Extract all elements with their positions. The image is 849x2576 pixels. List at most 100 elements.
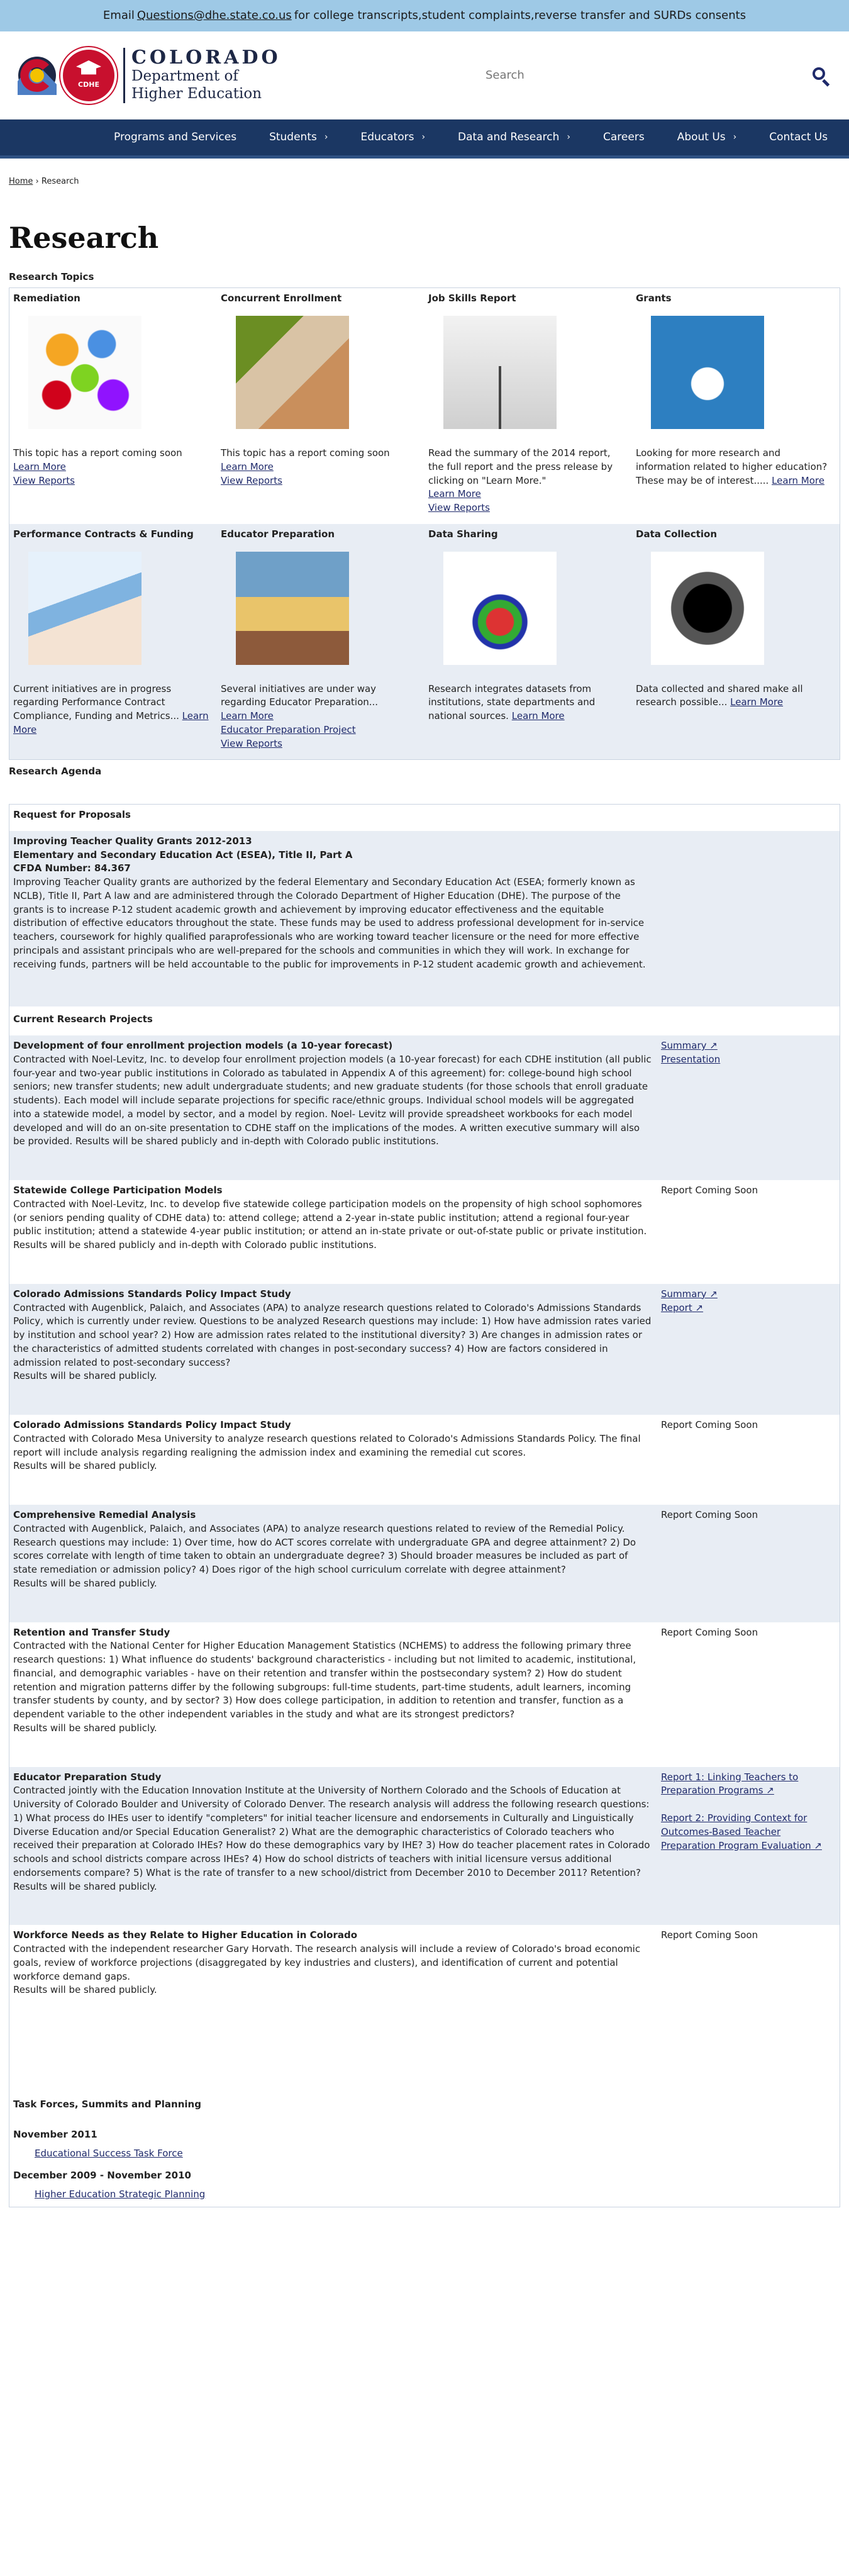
pencil-sketch-image	[443, 316, 557, 430]
topic-link-learn-more[interactable]: Learn More	[221, 710, 274, 722]
topic-link-learn-more[interactable]: Learn More	[428, 488, 481, 499]
project-description: Contracted with Colorado Mesa University…	[13, 1432, 641, 1472]
topic-link-view-reports[interactable]: View Reports	[428, 502, 490, 513]
project-status: Report Coming Soon	[661, 1185, 758, 1196]
brand-colorado: COLORADO	[131, 47, 281, 69]
topic-link-educator-preparation-project[interactable]: Educator Preparation Project	[221, 724, 356, 735]
project-title: Educator Preparation Study	[13, 1771, 162, 1783]
project-status: Report Coming Soon	[661, 1419, 758, 1431]
project-title: Workforce Needs as they Relate to Higher…	[13, 1929, 358, 1941]
topic-description: This topic has a report coming soon	[13, 447, 182, 459]
taskforce-date: December 2009 - November 2010	[13, 2170, 191, 2182]
nav-item-label: Programs and Services	[114, 131, 237, 144]
project-report-link[interactable]: Presentation	[661, 1053, 836, 1067]
announcement-email-link[interactable]: Questions@dhe.state.co.us	[137, 8, 292, 24]
breadcrumb-home-link[interactable]: Home	[9, 177, 33, 186]
grant-body: Improving Teacher Quality grants are aut…	[13, 876, 646, 970]
nav-item-data-and-research[interactable]: Data and Research ›	[441, 130, 587, 145]
gear-cluster-image	[651, 551, 764, 665]
nav-item-label: Careers	[603, 131, 645, 144]
project-title: Retention and Transfer Study	[13, 1626, 170, 1638]
project-report-link[interactable]: Summary ↗	[661, 1039, 836, 1053]
nav-item-label: Contact Us	[769, 131, 828, 144]
main-nav: Programs and Services Students › Educators ›…	[0, 120, 849, 159]
topic-title: Job Skills Report	[428, 293, 516, 304]
topic-link-learn-more[interactable]: Learn More	[512, 710, 565, 722]
project-description: Contracted with Augenblick, Palaich, and…	[13, 1522, 636, 1589]
brand-department: Department of	[131, 68, 238, 85]
topic-link-learn-more[interactable]: Learn More	[13, 461, 66, 472]
search-input[interactable]	[486, 69, 737, 82]
students-microscope-image	[236, 316, 349, 430]
project-status: Report Coming Soon	[661, 1626, 758, 1638]
nav-item-careers[interactable]: Careers	[587, 130, 661, 145]
research-topics-label: Research Topics	[9, 270, 94, 282]
chevron-right-icon: ›	[421, 132, 426, 143]
chevron-right-icon: ›	[733, 132, 737, 143]
project-status: Report Coming Soon	[661, 1929, 758, 1941]
topic-card: Grants Looking for more research and info…	[632, 288, 840, 524]
site-logo[interactable]: CDHE COLORADO Department of Higher Educa…	[18, 47, 281, 104]
project-report-link[interactable]: Report 1: Linking Teachers to Preparatio…	[661, 1771, 836, 1798]
topic-card: Remediation This topic has a report comin…	[9, 288, 217, 524]
topic-card: Job Skills Report Read the summary of the…	[425, 288, 632, 524]
announcement-prefix: Email	[103, 8, 135, 22]
topic-description: Read the summary of the 2014 report, the…	[428, 447, 613, 486]
topic-card: Data Sharing Research integrates datasets…	[425, 523, 632, 760]
project-description: Contracted with the National Center for …	[13, 1640, 636, 1734]
nav-item-students[interactable]: Students ›	[253, 130, 344, 145]
research-agenda-label: Research Agenda	[9, 766, 102, 778]
external-link-icon: ↗	[706, 1040, 718, 1052]
topic-title: Remediation	[13, 293, 80, 304]
external-link-icon: ↗	[706, 1288, 718, 1300]
project-title: Colorado Admissions Standards Policy Imp…	[13, 1288, 291, 1300]
project-description: Contracted with Noel-Levitz, Inc. to dev…	[13, 1198, 647, 1251]
topic-title: Data Collection	[636, 528, 718, 540]
project-row: Retention and Transfer Study Contracted w…	[9, 1622, 840, 1767]
topic-link-learn-more[interactable]: Learn More	[730, 696, 783, 708]
taskforce-link[interactable]: Educational Success Task Force	[35, 2148, 183, 2159]
topic-link-view-reports[interactable]: View Reports	[221, 475, 282, 486]
project-title: Colorado Admissions Standards Policy Imp…	[13, 1419, 291, 1431]
topic-card: Performance Contracts & Funding Current i…	[9, 523, 217, 760]
topic-link-view-reports[interactable]: View Reports	[221, 738, 282, 749]
topic-card: Educator Preparation Several initiatives …	[217, 523, 425, 760]
nav-item-contact-us[interactable]: Contact Us	[753, 130, 844, 145]
breadcrumb-separator: ›	[35, 177, 39, 186]
people-puzzle-image	[443, 551, 557, 665]
site-header: CDHE COLORADO Department of Higher Educa…	[0, 31, 849, 120]
project-description: Contracted with Augenblick, Palaich, and…	[13, 1302, 652, 1382]
project-row: Educator Preparation Study Contracted joi…	[9, 1766, 840, 1926]
nav-item-label: Data and Research	[458, 131, 560, 144]
brand-higher-education: Higher Education	[131, 86, 262, 102]
topic-title: Concurrent Enrollment	[221, 293, 342, 304]
search-bar	[486, 65, 831, 87]
nav-item-educators[interactable]: Educators ›	[344, 130, 441, 145]
breadcrumb-current: Research	[41, 177, 79, 186]
project-report-link[interactable]: Report ↗	[661, 1302, 836, 1315]
research-topics-grid: Remediation This topic has a report comin…	[9, 287, 840, 761]
projects-heading: Current Research Projects	[13, 1013, 153, 1025]
topic-title: Educator Preparation	[221, 528, 335, 540]
project-report-link[interactable]: Report 2: Providing Context for Outcomes…	[661, 1812, 836, 1853]
project-row: Comprehensive Remedial Analysis Contracte…	[9, 1505, 840, 1622]
topic-link-learn-more[interactable]: Learn More	[772, 475, 824, 486]
taskforce-link[interactable]: Higher Education Strategic Planning	[35, 2188, 205, 2200]
research-agenda-table: Request for Proposals Improving Teacher …	[9, 804, 840, 2207]
project-report-link[interactable]: Summary ↗	[661, 1288, 836, 1302]
topic-title: Performance Contracts & Funding	[13, 528, 194, 540]
search-icon[interactable]	[810, 65, 831, 87]
topic-description: This topic has a report coming soon	[221, 447, 390, 459]
project-title: Statewide College Participation Models	[13, 1185, 223, 1196]
taskforce-heading: Task Forces, Summits and Planning	[13, 2099, 201, 2110]
nav-item-programs-and-services[interactable]: Programs and Services	[97, 130, 253, 145]
taskforce-date: November 2011	[13, 2128, 97, 2140]
project-status: Report Coming Soon	[661, 1509, 758, 1521]
topic-title: Grants	[636, 293, 672, 304]
nav-item-about-us[interactable]: About Us ›	[661, 130, 753, 145]
grant-row: Improving Teacher Quality Grants 2012-20…	[9, 830, 840, 1007]
topic-link-learn-more[interactable]: Learn More	[221, 461, 274, 472]
money-magnifier-image	[651, 316, 764, 430]
topic-link-view-reports[interactable]: View Reports	[13, 475, 75, 486]
rfp-heading: Request for Proposals	[13, 809, 131, 821]
